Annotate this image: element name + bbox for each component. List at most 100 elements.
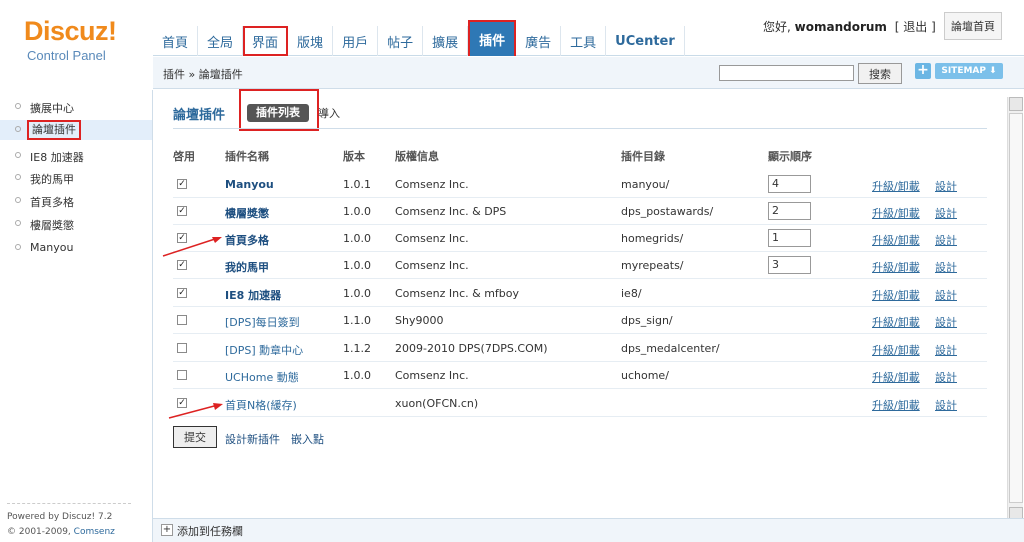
upgrade-uninstall-link[interactable]: 升級/卸載 (872, 342, 920, 358)
plus-icon[interactable]: + (161, 524, 173, 536)
divider (173, 128, 987, 129)
sidebar-item-post-awards[interactable]: 樓層獎懲 (0, 214, 152, 234)
sidebar-item-forum-plugins[interactable]: 論壇插件 (0, 120, 152, 140)
enable-checkbox[interactable]: ✓ (177, 288, 187, 298)
plugin-name[interactable]: 我的馬甲 (225, 259, 269, 275)
enable-checkbox[interactable] (177, 343, 187, 353)
nav-tab-users[interactable]: 用戶 (333, 26, 379, 56)
upgrade-uninstall-link[interactable]: 升級/卸載 (872, 287, 920, 303)
upgrade-uninstall-link[interactable]: 升級/卸載 (872, 178, 920, 194)
plugin-version: 1.0.1 (343, 178, 371, 191)
logout-link[interactable]: [ 退出 ] (895, 20, 936, 34)
plugin-name[interactable]: IE8 加速器 (225, 287, 281, 303)
enable-checkbox[interactable] (177, 315, 187, 325)
upgrade-uninstall-link[interactable]: 升級/卸載 (872, 369, 920, 385)
sidebar-item-my-vests[interactable]: 我的馬甲 (0, 168, 152, 188)
sidebar-item-manyou[interactable]: Manyou (0, 238, 152, 258)
plugin-directory: ie8/ (621, 287, 642, 300)
add-to-taskbar-label[interactable]: 添加到任務欄 (177, 523, 243, 539)
nav-tab-global[interactable]: 全局 (198, 26, 244, 56)
enable-checkbox[interactable]: ✓ (177, 206, 187, 216)
copyright-years: © 2001-2009, (7, 527, 71, 537)
nav-tab-interface[interactable]: 界面 (243, 26, 289, 56)
sidebar: 擴展中心 論壇插件 IE8 加速器 我的馬甲 首頁多格 樓層獎懲 Manyou … (0, 90, 153, 542)
plugin-version: 1.0.0 (343, 259, 371, 272)
plugin-copyright: Comsenz Inc. (395, 259, 469, 272)
search-button[interactable]: 搜索 (858, 63, 902, 84)
nav-tab-forums[interactable]: 版塊 (288, 26, 334, 56)
bullet-icon (15, 244, 21, 250)
table-row: UCHome 動態 1.0.0 Comsenz Inc. uchome/ 升級/… (173, 362, 987, 389)
design-link[interactable]: 設計 (935, 205, 957, 221)
plugin-copyright: Comsenz Inc. (395, 232, 469, 245)
copyright-line: © 2001-2009, Comsenz Inc. (7, 525, 131, 542)
main-panel: 論壇插件 插件列表 導入 啓用 插件名稱 版本 版權信息 插件目錄 顯示順序 ✓… (155, 89, 1009, 520)
submit-button[interactable]: 提交 (173, 426, 217, 448)
plugin-name[interactable]: 首頁N格(緩存) (225, 397, 297, 413)
sitemap-button[interactable]: SITEMAP ⬇ (935, 63, 1003, 79)
bullet-icon (15, 174, 21, 180)
upgrade-uninstall-link[interactable]: 升級/卸載 (872, 314, 920, 330)
upgrade-uninstall-link[interactable]: 升級/卸載 (872, 397, 920, 413)
design-link[interactable]: 設計 (935, 342, 957, 358)
search-input[interactable] (719, 65, 854, 81)
sidebar-item-home-grids[interactable]: 首頁多格 (0, 191, 152, 211)
upgrade-uninstall-link[interactable]: 升級/卸載 (872, 259, 920, 275)
scroll-up-icon[interactable] (1009, 97, 1023, 111)
plugin-name[interactable]: 樓層獎懲 (225, 205, 269, 221)
plugin-name[interactable]: 首頁多格 (225, 232, 269, 248)
scroll-thumb[interactable] (1009, 113, 1023, 503)
enable-checkbox[interactable] (177, 370, 187, 380)
bullet-icon (15, 197, 21, 203)
plugin-name[interactable]: [DPS]每日簽到 (225, 314, 300, 330)
forum-home-button[interactable]: 論壇首頁 (944, 12, 1002, 40)
nav-tab-ucenter[interactable]: UCenter (606, 26, 685, 56)
plugin-version: 1.0.0 (343, 369, 371, 382)
enable-checkbox[interactable]: ✓ (177, 179, 187, 189)
nav-tab-posts[interactable]: 帖子 (378, 26, 424, 56)
plugin-name[interactable]: Manyou (225, 178, 274, 191)
header-name: 插件名稱 (225, 150, 269, 163)
sidebar-item-label: Manyou (30, 241, 74, 254)
design-link[interactable]: 設計 (935, 314, 957, 330)
top-nav: 首頁 全局 界面 版塊 用戶 帖子 擴展 插件 廣告 工具 UCenter (153, 14, 685, 56)
header-version: 版本 (343, 150, 365, 163)
scrollbar[interactable] (1007, 97, 1023, 521)
order-input[interactable]: 3 (768, 256, 811, 274)
design-link[interactable]: 設計 (935, 369, 957, 385)
tab-plugin-list[interactable]: 插件列表 (239, 89, 319, 131)
sidebar-item-label: IE8 加速器 (30, 151, 84, 164)
nav-tab-extensions[interactable]: 擴展 (423, 26, 469, 56)
nav-tab-ads[interactable]: 廣告 (516, 26, 562, 56)
sidebar-item-extension-center[interactable]: 擴展中心 (0, 97, 152, 117)
plugin-name[interactable]: [DPS] 勳章中心 (225, 342, 303, 358)
add-shortcut-icon[interactable]: + (915, 63, 931, 79)
header-directory: 插件目錄 (621, 150, 665, 163)
nav-tab-tools[interactable]: 工具 (561, 26, 607, 56)
design-link[interactable]: 設計 (935, 232, 957, 248)
embed-points-link[interactable]: 嵌入點 (291, 431, 324, 447)
page-title: 論壇插件 (173, 108, 226, 123)
design-link[interactable]: 設計 (935, 259, 957, 275)
order-input[interactable]: 4 (768, 175, 811, 193)
upgrade-uninstall-link[interactable]: 升級/卸載 (872, 205, 920, 221)
nav-tab-home[interactable]: 首頁 (153, 26, 199, 56)
design-link[interactable]: 設計 (935, 397, 957, 413)
plugin-name[interactable]: UCHome 動態 (225, 369, 299, 385)
table-row: ✓ IE8 加速器 1.0.0 Comsenz Inc. & mfboy ie8… (173, 280, 987, 307)
design-new-plugin-link[interactable]: 設計新插件 (225, 431, 280, 447)
task-bar: + 添加到任務欄 (153, 518, 1024, 542)
nav-tab-plugins[interactable]: 插件 (468, 20, 517, 56)
user-info: 您好, womandorum [ 退出 ] (763, 18, 936, 35)
tab-import[interactable]: 導入 (318, 105, 340, 121)
design-link[interactable]: 設計 (935, 178, 957, 194)
order-input[interactable]: 2 (768, 202, 811, 220)
bullet-icon (15, 220, 21, 226)
plugin-version: 1.1.2 (343, 342, 371, 355)
powered-by: Powered by Discuz! 7.2 © 2001-2009, Coms… (7, 503, 131, 542)
upgrade-uninstall-link[interactable]: 升級/卸載 (872, 232, 920, 248)
order-input[interactable]: 1 (768, 229, 811, 247)
design-link[interactable]: 設計 (935, 287, 957, 303)
enable-checkbox[interactable]: ✓ (177, 260, 187, 270)
sidebar-item-ie8[interactable]: IE8 加速器 (0, 146, 152, 166)
